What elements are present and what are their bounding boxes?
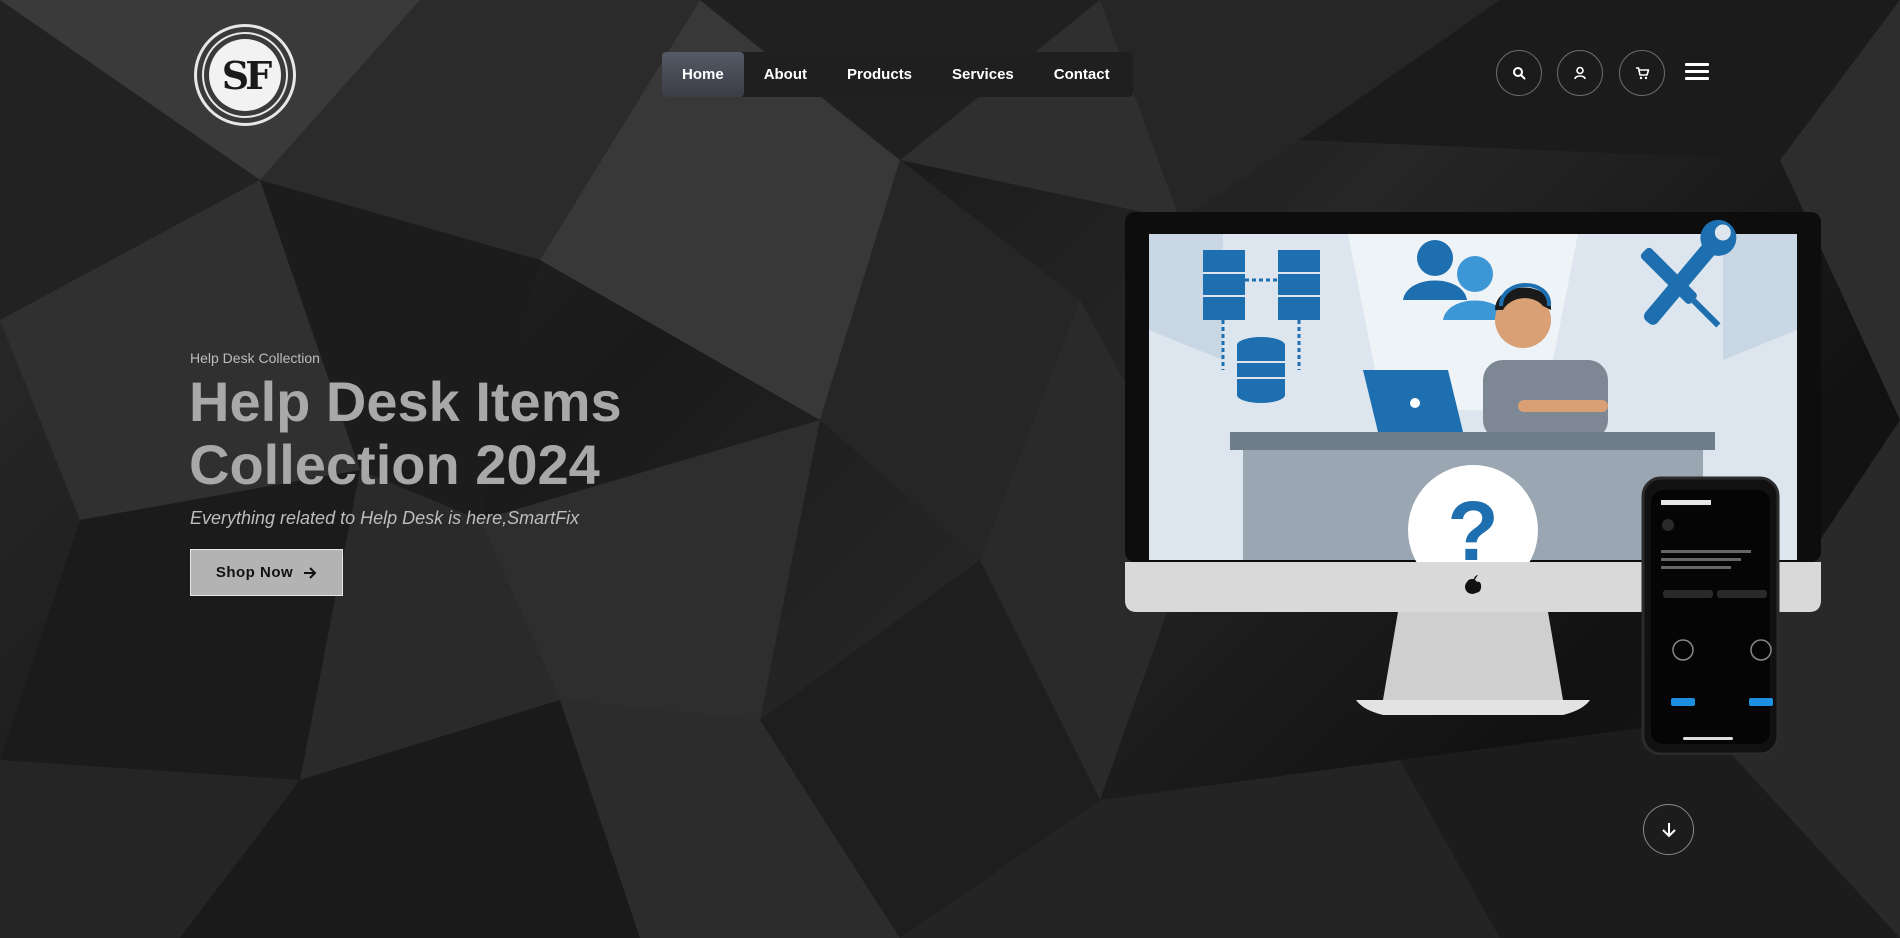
hero-title-line-1: Help Desk Items: [189, 370, 622, 433]
search-icon: [1513, 67, 1526, 80]
help-desk-illustration: ?: [1125, 212, 1821, 755]
menu-icon-bar: [1685, 77, 1709, 80]
nav-item-home[interactable]: Home: [662, 52, 744, 97]
desk-top: [1230, 432, 1715, 450]
arrow-right-icon: [304, 566, 317, 579]
hero-subtitle: Everything related to Help Desk is here,…: [190, 508, 580, 528]
site-logo[interactable]: SF: [194, 24, 296, 126]
menu-icon-bar: [1685, 70, 1709, 73]
shop-now-button[interactable]: Shop Now: [190, 549, 343, 596]
nav-item-contact[interactable]: Contact: [1034, 52, 1130, 97]
arrow-down-icon: [1661, 822, 1676, 837]
monitor-stand: [1383, 612, 1563, 700]
nav-item-products[interactable]: Products: [827, 52, 932, 97]
search-button[interactable]: [1496, 50, 1542, 96]
cart-button[interactable]: [1619, 50, 1665, 96]
logo-monogram: SF: [209, 39, 281, 111]
database-icon: [1237, 337, 1285, 403]
hero-eyebrow: Help Desk Collection: [190, 350, 320, 366]
nav-item-services[interactable]: Services: [932, 52, 1034, 97]
menu-button[interactable]: [1685, 63, 1709, 83]
account-button[interactable]: [1557, 50, 1603, 96]
hero-title-line-2: Collection 2024: [189, 433, 600, 496]
cart-icon: [1635, 67, 1649, 80]
menu-icon-bar: [1685, 63, 1709, 66]
logo-ring: SF: [202, 32, 288, 118]
user-icon: [1574, 66, 1586, 80]
main-nav: Home About Products Services Contact: [662, 52, 1133, 97]
hero-title: Help Desk Items Collection 2024: [189, 370, 749, 496]
nav-item-about[interactable]: About: [744, 52, 827, 97]
scroll-down-button[interactable]: [1643, 804, 1694, 855]
shop-now-label: Shop Now: [215, 564, 294, 581]
